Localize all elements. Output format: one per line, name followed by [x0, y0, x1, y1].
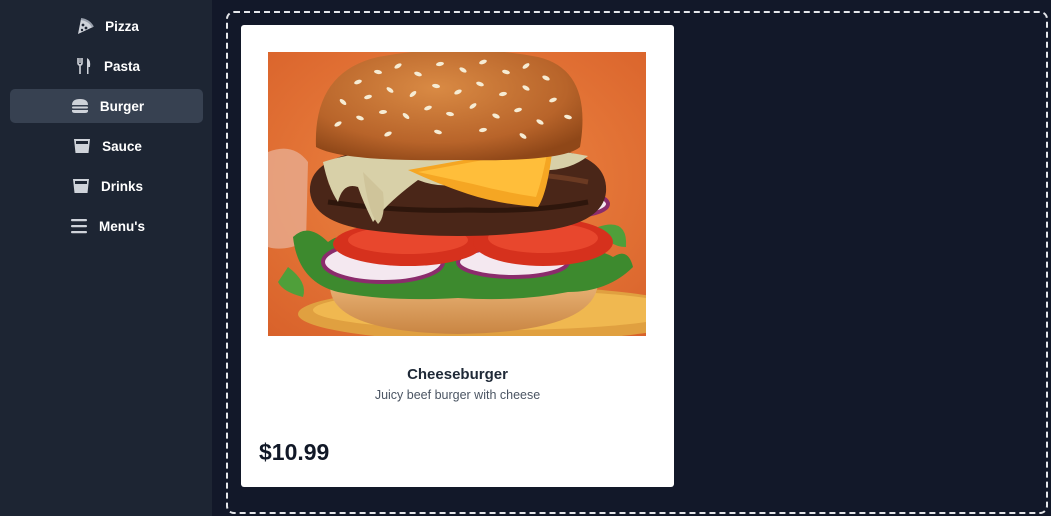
fork-knife-icon [73, 55, 95, 77]
sidebar-item-label: Pasta [103, 58, 141, 74]
sidebar-item-label: Pizza [105, 18, 139, 34]
sidebar-item-menus[interactable]: Menu's [10, 209, 203, 243]
sidebar-item-burger[interactable]: Burger [10, 89, 203, 123]
sidebar-item-sauce[interactable]: Sauce [10, 129, 203, 163]
sidebar: Pizza Pasta Burger Sauce Drinks Menu's [0, 0, 212, 516]
product-card[interactable]: Cheeseburger Juicy beef burger with chee… [241, 25, 674, 487]
sidebar-item-label: Drinks [100, 178, 144, 194]
pizza-icon [74, 15, 96, 37]
product-name: Cheeseburger [407, 366, 508, 383]
product-price: $10.99 [259, 439, 330, 465]
sidebar-item-pasta[interactable]: Pasta [10, 49, 203, 83]
product-description: Juicy beef burger with cheese [374, 388, 541, 402]
sidebar-item-label: Sauce [102, 138, 142, 154]
burger-icon [69, 95, 91, 117]
sidebar-item-pizza[interactable]: Pizza [10, 9, 203, 43]
sidebar-item-label: Burger [99, 98, 145, 114]
menu-lines-icon [68, 215, 90, 237]
bowl-icon [71, 135, 93, 157]
sidebar-item-label: Menu's [99, 218, 145, 234]
cheeseburger-photo [268, 52, 646, 336]
glass-icon [70, 175, 92, 197]
sidebar-item-drinks[interactable]: Drinks [10, 169, 203, 203]
